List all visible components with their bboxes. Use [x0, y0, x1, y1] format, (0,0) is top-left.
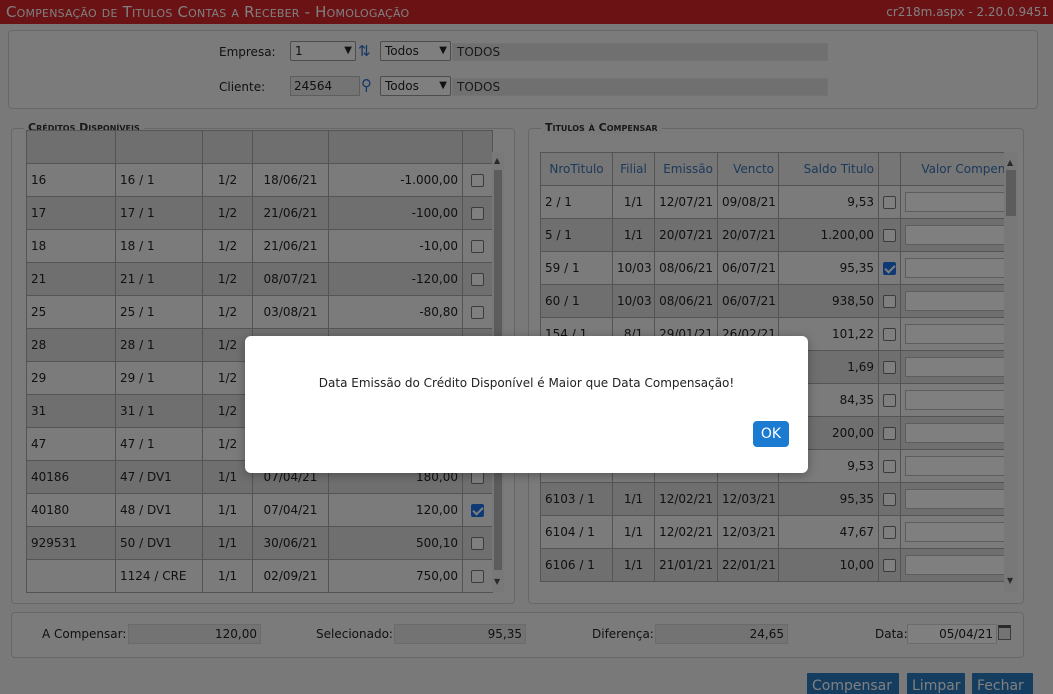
ok-button[interactable]: OK — [753, 421, 789, 447]
alert-message: Data Emissão do Crédito Disponível é Mai… — [318, 376, 735, 390]
alert-dialog: Data Emissão do Crédito Disponível é Mai… — [245, 336, 808, 473]
